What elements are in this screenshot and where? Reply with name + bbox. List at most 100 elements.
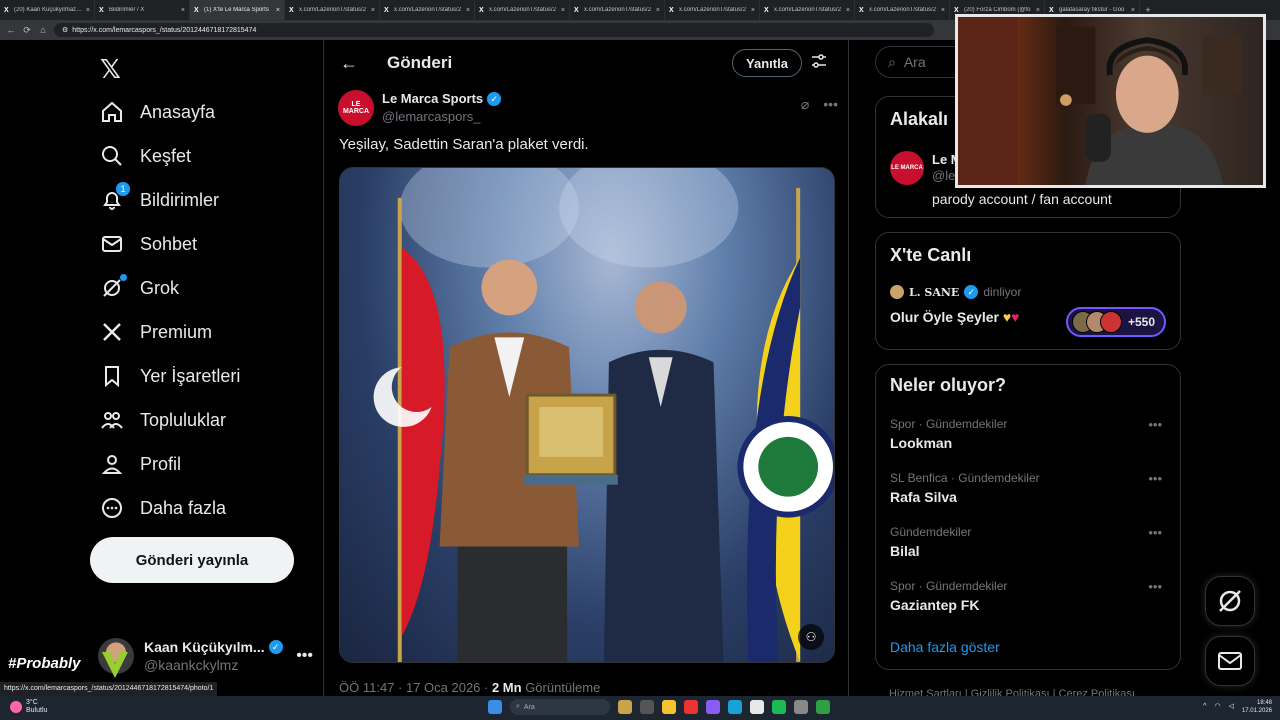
home-icon bbox=[100, 100, 124, 124]
browser-tab[interactable]: X (20) Kaan Küçükyılmaz (@ × bbox=[0, 0, 95, 20]
browser-tab[interactable]: Xx.com/LazerionT/status/2 × bbox=[760, 0, 855, 20]
grok-icon[interactable]: ⌀ bbox=[801, 96, 809, 113]
nav-item-anasayfa[interactable]: Anasayfa bbox=[100, 90, 215, 134]
more-dots-icon[interactable]: ••• bbox=[823, 96, 838, 113]
url-field[interactable]: ⚙ https://x.com/lemarcaspors_/status/201… bbox=[54, 23, 934, 37]
back-nav-icon[interactable]: ← bbox=[6, 25, 16, 35]
trend-item[interactable]: Spor · Gündemdekiler Gaziantep FK ••• bbox=[890, 579, 1170, 613]
alt-text-icon[interactable]: ⚇ bbox=[798, 624, 824, 650]
account-name: Kaan Küçükyılm... bbox=[144, 639, 265, 655]
messages-fab-button[interactable] bbox=[1205, 636, 1255, 686]
trend-item[interactable]: Gündemdekiler Bilal ••• bbox=[890, 525, 1170, 559]
more-dots-icon[interactable]: ••• bbox=[296, 647, 313, 665]
grok-fab-button[interactable] bbox=[1205, 576, 1255, 626]
nav-item-bildirimler[interactable]: 1 Bildirimler bbox=[100, 178, 219, 222]
browser-tab[interactable]: Xx.com/LazerionT/status/2 × bbox=[665, 0, 760, 20]
post-button[interactable]: Gönderi yayınla bbox=[90, 537, 294, 583]
start-icon[interactable] bbox=[488, 700, 502, 714]
clock[interactable]: 18:48 17.01.2026 bbox=[1242, 699, 1272, 715]
chevron-down-icon bbox=[102, 652, 128, 678]
app-icon[interactable] bbox=[706, 700, 720, 714]
close-icon[interactable]: × bbox=[276, 7, 280, 14]
os-taskbar: 3°C Bulutlu ⌕ Ara ^ ◠ ◁ 18:48 17.01.2026 bbox=[0, 696, 1280, 720]
browser-tab[interactable]: Xx.com/LazerionT/status/2 × bbox=[475, 0, 570, 20]
tab-label: x.com/LazerionT/status/2 bbox=[489, 7, 557, 13]
listeners-button[interactable]: +550 bbox=[1066, 307, 1166, 337]
author-name[interactable]: Le Marca Sports bbox=[382, 90, 483, 108]
verified-icon: ✓ bbox=[268, 640, 283, 654]
browser-tab[interactable]: X (1) X'te Le Marca Sports × bbox=[190, 0, 285, 20]
related-title: Alakalı bbox=[890, 109, 949, 129]
nav-item-sohbet[interactable]: Sohbet bbox=[100, 222, 197, 266]
x-icon bbox=[100, 320, 124, 344]
close-icon[interactable]: × bbox=[561, 7, 565, 14]
close-icon[interactable]: × bbox=[466, 7, 470, 14]
space-title[interactable]: Olur Öyle Şeyler ♥♥ bbox=[890, 309, 1019, 325]
nav-item-ke-fet[interactable]: Keşfet bbox=[100, 134, 191, 178]
trend-item[interactable]: SL Benfica · Gündemdekiler Rafa Silva ••• bbox=[890, 471, 1170, 505]
site-info-icon[interactable]: ⚙ bbox=[62, 26, 68, 34]
red-heart-icon: ♥ bbox=[1011, 309, 1020, 325]
spotify-icon[interactable] bbox=[772, 700, 786, 714]
trends-title: Neler oluyor? bbox=[890, 375, 1007, 395]
browser-tab[interactable]: Xx.com/LazerionT/status/2 × bbox=[855, 0, 950, 20]
close-icon[interactable]: × bbox=[181, 7, 185, 14]
task-view-icon[interactable] bbox=[640, 700, 654, 714]
close-icon[interactable]: × bbox=[941, 7, 945, 14]
host-name: L. SANE bbox=[909, 285, 960, 299]
show-more-link[interactable]: Daha fazla göster bbox=[890, 639, 1000, 655]
close-icon[interactable]: × bbox=[656, 7, 660, 14]
browser-tab[interactable]: Xx.com/LazerionT/status/2 × bbox=[285, 0, 380, 20]
x-icon: X bbox=[764, 6, 769, 14]
account-switcher[interactable]: Kaan Küçükyılm... ✓ @kaankckylmz ••• bbox=[98, 636, 313, 676]
nav-item-premium[interactable]: Premium bbox=[100, 310, 212, 354]
trend-category: Gündemdekiler bbox=[890, 525, 972, 539]
nav-item-grok[interactable]: Grok bbox=[100, 266, 179, 310]
volume-icon[interactable]: ◁ bbox=[1229, 703, 1234, 711]
reply-button[interactable]: Yanıtla bbox=[732, 49, 802, 77]
more-dots-icon[interactable]: ••• bbox=[1148, 579, 1162, 594]
file-explorer-icon[interactable] bbox=[662, 700, 676, 714]
close-icon[interactable]: × bbox=[1036, 7, 1040, 14]
more-dots-icon[interactable]: ••• bbox=[1148, 525, 1162, 540]
weather-widget[interactable]: 3°C Bulutlu bbox=[10, 699, 47, 715]
edge-icon[interactable] bbox=[728, 700, 742, 714]
more-dots-icon[interactable]: ••• bbox=[1148, 417, 1162, 432]
system-tray[interactable]: ^ ◠ ◁ 18:48 17.01.2026 bbox=[1203, 699, 1272, 715]
nav-item-yer-i-aretleri[interactable]: Yer İşaretleri bbox=[100, 354, 240, 398]
more-dots-icon[interactable]: ••• bbox=[1148, 471, 1162, 486]
close-icon[interactable]: × bbox=[1131, 7, 1135, 14]
related-user[interactable]: LE MARCA Le M @le bbox=[890, 151, 962, 185]
browser-tab[interactable]: X Bildirimler / X × bbox=[95, 0, 190, 20]
app-icon[interactable] bbox=[794, 700, 808, 714]
app-icon[interactable] bbox=[816, 700, 830, 714]
close-icon[interactable]: × bbox=[846, 7, 850, 14]
close-icon[interactable]: × bbox=[371, 7, 375, 14]
browser-tab[interactable]: Xx.com/LazerionT/status/2 × bbox=[380, 0, 475, 20]
author-handle[interactable]: @lemarcaspors_ bbox=[382, 108, 501, 126]
nav-item-profil[interactable]: Profil bbox=[100, 442, 181, 486]
close-icon[interactable]: × bbox=[751, 7, 755, 14]
close-icon[interactable]: × bbox=[86, 7, 90, 14]
trend-name: Lookman bbox=[890, 435, 953, 451]
trend-item[interactable]: Spor · Gündemdekiler Lookman ••• bbox=[890, 417, 1170, 451]
nav-item-topluluklar[interactable]: Topluluklar bbox=[100, 398, 226, 442]
live-host[interactable]: L. SANE ✓ dinliyor bbox=[890, 285, 1021, 299]
taskbar-search[interactable]: ⌕ Ara bbox=[510, 699, 610, 715]
post-photo[interactable]: ⚇ bbox=[339, 167, 835, 663]
nav-item-daha-fazla[interactable]: Daha fazla bbox=[100, 486, 226, 530]
widgets-icon[interactable] bbox=[618, 700, 632, 714]
chrome-icon[interactable] bbox=[750, 700, 764, 714]
browser-tab[interactable]: Xx.com/LazerionT/status/2 × bbox=[570, 0, 665, 20]
chevron-up-icon[interactable]: ^ bbox=[1203, 703, 1206, 711]
photo-scene bbox=[373, 168, 834, 662]
x-logo-icon[interactable]: 𝕏 bbox=[100, 54, 121, 85]
home-nav-icon[interactable]: ⌂ bbox=[38, 25, 48, 35]
back-arrow-icon[interactable]: ← bbox=[340, 53, 358, 74]
author-logo[interactable]: LE MARCA bbox=[338, 90, 374, 126]
reload-icon[interactable]: ⟳ bbox=[22, 25, 32, 36]
app-icon[interactable] bbox=[684, 700, 698, 714]
settings-sliders-icon[interactable] bbox=[811, 53, 827, 72]
wifi-icon[interactable]: ◠ bbox=[1214, 703, 1220, 711]
post-time[interactable]: ÖÖ 11:47 · 17 Oca 2026 · bbox=[339, 680, 492, 695]
